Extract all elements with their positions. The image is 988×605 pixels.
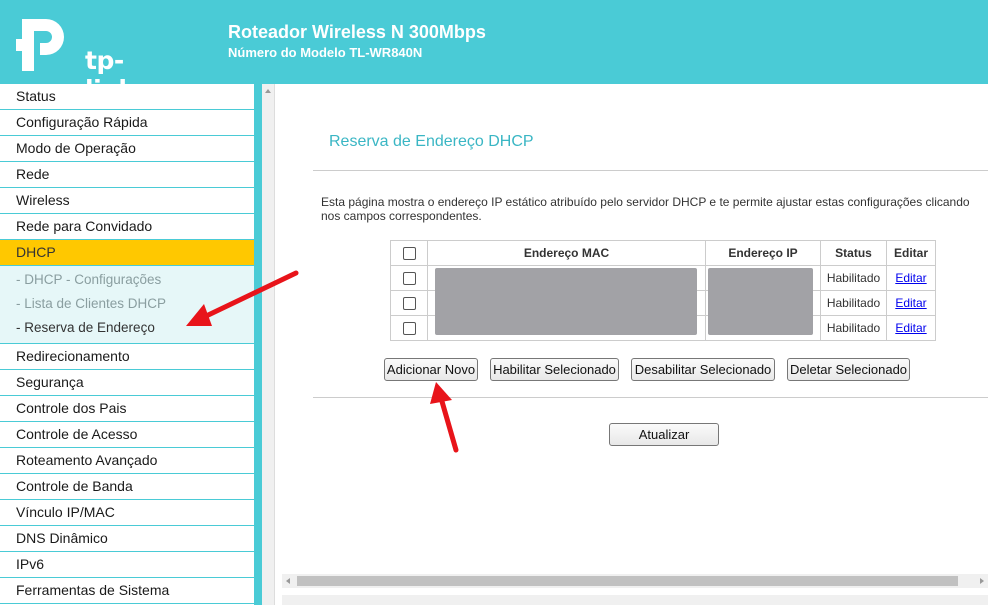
row-checkbox[interactable]: [402, 272, 416, 286]
horizontal-scrollbar[interactable]: [282, 574, 988, 588]
status-cell: Habilitado: [820, 315, 887, 341]
row-select-cell: [390, 290, 428, 316]
sidebar-item-forwarding[interactable]: Redirecionamento: [0, 344, 254, 370]
header: tp-link Roteador Wireless N 300Mbps Núme…: [0, 0, 988, 104]
sidebar-menu: Status Configuração Rápida Modo de Opera…: [0, 84, 254, 605]
page-title: Reserva de Endereço DHCP: [329, 133, 534, 150]
sidebar-item-ipv6[interactable]: IPv6: [0, 552, 254, 578]
sidebar-subitem-address-reservation[interactable]: - Reserva de Endereço: [0, 316, 254, 340]
sidebar-item-network[interactable]: Rede: [0, 162, 254, 188]
sidebar-item-bandwidth-control[interactable]: Controle de Banda: [0, 474, 254, 500]
disable-selected-button[interactable]: Desabilitar Selecionado: [631, 358, 775, 381]
enable-selected-button[interactable]: Habilitar Selecionado: [490, 358, 619, 381]
edit-link[interactable]: Editar: [895, 296, 926, 310]
sidebar-subitem-dhcp-clients-list[interactable]: - Lista de Clientes DHCP: [0, 292, 254, 316]
sidebar-item-status[interactable]: Status: [0, 84, 254, 110]
sidebar-item-wireless[interactable]: Wireless: [0, 188, 254, 214]
sidebar-item-parental-control[interactable]: Controle dos Pais: [0, 396, 254, 422]
sidebar-item-access-control[interactable]: Controle de Acesso: [0, 422, 254, 448]
status-cell: Habilitado: [820, 290, 887, 316]
row-select-cell: [390, 265, 428, 291]
header-ip: Endereço IP: [705, 240, 821, 266]
table-header-row: Endereço MAC Endereço IP Status Editar: [390, 240, 936, 266]
edit-link[interactable]: Editar: [895, 321, 926, 335]
sidebar-item-advanced-routing[interactable]: Roteamento Avançado: [0, 448, 254, 474]
select-all-cell: [390, 240, 428, 266]
divider: [313, 397, 988, 398]
scroll-left-icon[interactable]: [286, 578, 290, 584]
refresh-button[interactable]: Atualizar: [609, 423, 719, 446]
tp-link-logo-icon: [16, 19, 64, 71]
edit-cell: Editar: [886, 290, 936, 316]
bottom-strip: [282, 595, 988, 605]
header-edit: Editar: [886, 240, 936, 266]
horizontal-scroll-thumb[interactable]: [297, 576, 958, 586]
edit-cell: Editar: [886, 265, 936, 291]
sidebar-item-operation-mode[interactable]: Modo de Operação: [0, 136, 254, 162]
router-title: Roteador Wireless N 300Mbps: [228, 22, 486, 42]
add-new-button[interactable]: Adicionar Novo: [384, 358, 478, 381]
sidebar-item-dhcp[interactable]: DHCP: [0, 240, 254, 266]
sidebar-item-system-tools[interactable]: Ferramentas de Sistema: [0, 578, 254, 604]
tp-link-logo: tp-link: [16, 17, 156, 104]
row-select-cell: [390, 315, 428, 341]
main-content: Reserva de Endereço DHCP Esta página mos…: [275, 84, 988, 574]
divider: [313, 170, 988, 171]
edit-cell: Editar: [886, 315, 936, 341]
header-mac: Endereço MAC: [427, 240, 706, 266]
status-cell: Habilitado: [820, 265, 887, 291]
sidebar-item-guest-network[interactable]: Rede para Convidado: [0, 214, 254, 240]
redacted-mac-block: [435, 268, 697, 335]
select-all-checkbox[interactable]: [402, 247, 416, 261]
redacted-ip-block: [708, 268, 813, 335]
scroll-right-icon[interactable]: [980, 578, 984, 584]
model-number: Número do Modelo TL-WR840N: [228, 45, 423, 60]
header-status: Status: [820, 240, 887, 266]
edit-link[interactable]: Editar: [895, 271, 926, 285]
row-checkbox[interactable]: [402, 297, 416, 311]
sidebar-item-dynamic-dns[interactable]: DNS Dinâmico: [0, 526, 254, 552]
sidebar-subitem-dhcp-settings[interactable]: - DHCP - Configurações: [0, 268, 254, 292]
dhcp-submenu: - DHCP - Configurações - Lista de Client…: [0, 266, 254, 344]
delete-selected-button[interactable]: Deletar Selecionado: [787, 358, 910, 381]
sidebar-divider: [254, 84, 262, 605]
row-checkbox[interactable]: [402, 322, 416, 336]
sidebar-item-quick-setup[interactable]: Configuração Rápida: [0, 110, 254, 136]
page-description: Esta página mostra o endereço IP estátic…: [321, 195, 970, 223]
sidebar-item-ip-mac-binding[interactable]: Vínculo IP/MAC: [0, 500, 254, 526]
scroll-up-icon[interactable]: [265, 89, 271, 93]
sidebar-item-security[interactable]: Segurança: [0, 370, 254, 396]
vertical-scrollbar[interactable]: [262, 84, 275, 605]
